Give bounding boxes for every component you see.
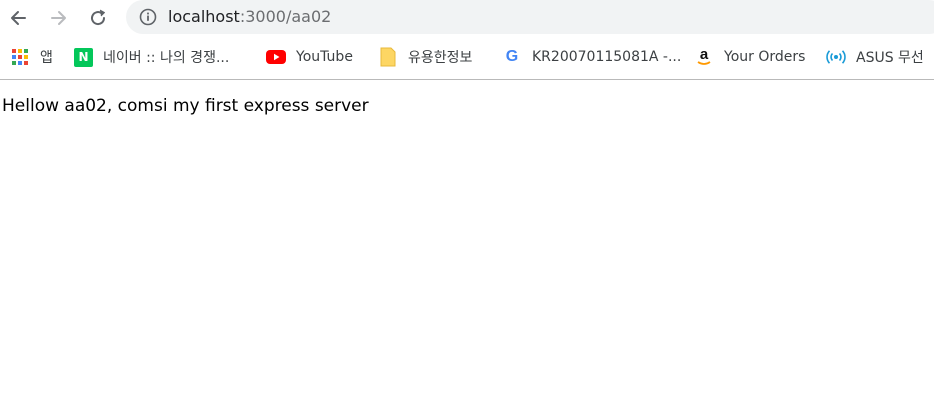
url-host: localhost [168, 7, 240, 26]
bookmark-label: Your Orders [724, 49, 806, 65]
back-button[interactable] [4, 4, 32, 32]
bookmark-asus-wireless[interactable]: ASUS 무선 [826, 46, 924, 68]
toolbar-divider [0, 79, 934, 80]
forward-button[interactable] [45, 4, 73, 32]
naver-icon: N [74, 47, 93, 67]
bookmark-apps[interactable]: 앱 [10, 46, 53, 68]
bookmark-label: 유용한정보 [408, 50, 473, 66]
address-bar[interactable]: localhost:3000/aa02 [126, 0, 934, 34]
page-body-text: Hellow aa02, comsi my first express serv… [2, 96, 369, 116]
wireless-icon [826, 47, 846, 67]
bookmark-folder-useful-info[interactable]: 유용한정보 [378, 46, 472, 68]
amazon-icon: a [697, 45, 711, 65]
url-path: :3000/aa02 [239, 7, 332, 26]
youtube-icon [266, 47, 286, 67]
bookmark-label: ASUS 무선 [856, 50, 924, 66]
reload-icon [91, 9, 106, 26]
bookmark-label: 앱 [40, 50, 53, 66]
bookmark-label: YouTube [296, 49, 353, 65]
back-arrow-icon [11, 11, 26, 25]
reload-button[interactable] [84, 4, 112, 32]
browser-toolbar: localhost:3000/aa02 [0, 0, 934, 36]
url-text[interactable]: localhost:3000/aa02 [168, 6, 331, 28]
bookmark-label: KR20070115081A -... [532, 49, 682, 65]
bookmarks-bar: 앱 N 네이버 :: 나의 경쟁... YouTube 유용한정보 G KR20… [0, 38, 934, 78]
bookmark-amazon-orders[interactable]: a Your Orders [694, 46, 805, 68]
folder-icon [378, 47, 398, 67]
info-icon[interactable] [139, 8, 157, 26]
apps-grid-icon [10, 47, 30, 67]
bookmark-google-patent[interactable]: G KR20070115081A -... [502, 46, 682, 68]
bookmark-youtube[interactable]: YouTube [266, 46, 353, 68]
bookmark-naver[interactable]: N 네이버 :: 나의 경쟁... [74, 46, 229, 68]
bookmark-label: 네이버 :: 나의 경쟁... [103, 50, 230, 66]
google-icon: G [505, 48, 519, 65]
forward-arrow-icon [51, 11, 66, 25]
